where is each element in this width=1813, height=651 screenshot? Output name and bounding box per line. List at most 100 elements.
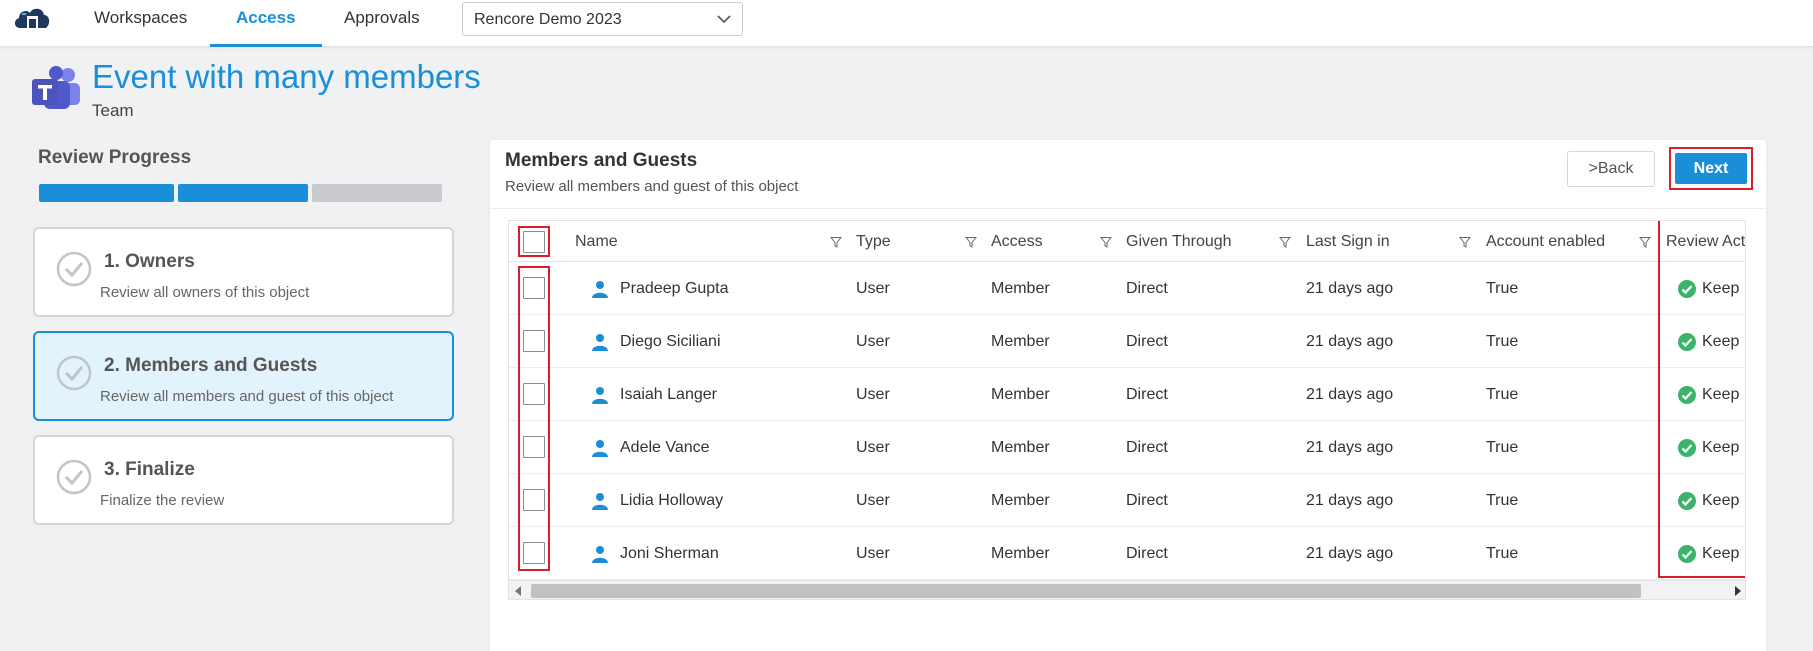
cell-given-through: Direct (1126, 439, 1168, 456)
table-row[interactable]: Pradeep Gupta User Member Direct 21 days… (509, 262, 1745, 315)
back-button[interactable]: >Back (1567, 151, 1655, 187)
cell-name: Joni Sherman (620, 545, 719, 562)
cell-type: User (856, 386, 890, 403)
cell-access: Member (991, 333, 1050, 350)
cell-given-through: Direct (1126, 333, 1168, 350)
filter-icon[interactable] (965, 236, 977, 248)
cell-given-through: Direct (1126, 492, 1168, 509)
cell-access: Member (991, 439, 1050, 456)
cell-account-enabled: True (1486, 492, 1519, 509)
cell-access: Member (991, 280, 1050, 297)
row-checkboxes-highlight (518, 266, 550, 571)
cell-access: Member (991, 386, 1050, 403)
cell-given-through: Direct (1126, 386, 1168, 403)
cell-name: Adele Vance (620, 439, 710, 456)
cell-last-sign-in: 21 days ago (1306, 280, 1394, 297)
cell-given-through: Direct (1126, 280, 1168, 297)
user-icon (592, 440, 608, 457)
user-icon (592, 493, 608, 510)
table-row[interactable]: Diego Siciliani User Member Direct 21 da… (509, 315, 1745, 368)
panel-divider (490, 208, 1766, 209)
cell-name: Diego Siciliani (620, 333, 721, 350)
step-card-members-and-guests[interactable]: 2. Members and Guests Review all members… (33, 331, 454, 421)
filter-icon[interactable] (1279, 236, 1291, 248)
cell-type: User (856, 545, 890, 562)
panel-title: Members and Guests (505, 150, 698, 171)
step-description: Review all members and guest of this obj… (100, 388, 394, 405)
table-row[interactable]: Lidia Holloway User Member Direct 21 day… (509, 474, 1745, 527)
teams-icon (32, 66, 80, 109)
cell-type: User (856, 280, 890, 297)
cell-given-through: Direct (1126, 545, 1168, 562)
cell-access: Member (991, 492, 1050, 509)
workspace-select[interactable]: Rencore Demo 2023 (462, 2, 743, 36)
user-icon (592, 334, 608, 351)
review-progress-title: Review Progress (38, 147, 192, 168)
check-circle-icon (56, 459, 92, 495)
progress-segment-members (178, 184, 308, 202)
table-row[interactable]: Isaiah Langer User Member Direct 21 days… (509, 368, 1745, 421)
cell-last-sign-in: 21 days ago (1306, 439, 1394, 456)
user-icon (592, 281, 608, 298)
table-row[interactable]: Adele Vance User Member Direct 21 days a… (509, 421, 1745, 474)
nav-tab-access[interactable]: Access (210, 0, 322, 47)
workspace-select-value: Rencore Demo 2023 (474, 11, 622, 28)
cell-name: Isaiah Langer (620, 386, 717, 403)
column-header-last-sign-in[interactable]: Last Sign in (1306, 221, 1390, 262)
review-action-column-highlight (1658, 221, 1745, 578)
cell-account-enabled: True (1486, 280, 1519, 297)
check-circle-icon (56, 355, 92, 391)
cell-name: Lidia Holloway (620, 492, 724, 509)
filter-icon[interactable] (1100, 236, 1112, 248)
members-and-guests-panel: Members and Guests Review all members an… (490, 140, 1766, 651)
cell-last-sign-in: 21 days ago (1306, 545, 1394, 562)
page-title: Event with many members (92, 58, 481, 95)
filter-icon[interactable] (1639, 236, 1651, 248)
cell-name: Pradeep Gupta (620, 280, 729, 297)
top-navigation-bar: Workspaces Access Approvals Rencore Demo… (0, 0, 1813, 47)
step-card-finalize[interactable]: 3. Finalize Finalize the review (33, 435, 454, 525)
step-title: 2. Members and Guests (104, 355, 318, 376)
next-button[interactable]: Next (1675, 153, 1747, 184)
filter-icon[interactable] (1459, 236, 1471, 248)
table-row[interactable]: Joni Sherman User Member Direct 21 days … (509, 527, 1745, 580)
cloud-logo-icon[interactable] (12, 2, 52, 34)
scrollbar-thumb[interactable] (531, 584, 1641, 598)
user-icon (592, 546, 608, 563)
step-description: Review all owners of this object (100, 284, 310, 301)
cell-account-enabled: True (1486, 333, 1519, 350)
cell-account-enabled: True (1486, 439, 1519, 456)
step-title: 1. Owners (104, 251, 195, 272)
check-circle-icon (56, 251, 92, 287)
cell-last-sign-in: 21 days ago (1306, 492, 1394, 509)
column-header-type[interactable]: Type (856, 221, 891, 262)
cell-last-sign-in: 21 days ago (1306, 386, 1394, 403)
review-progress-bar (38, 184, 444, 202)
scroll-right-icon[interactable] (1735, 586, 1741, 596)
cell-account-enabled: True (1486, 545, 1519, 562)
cell-access: Member (991, 545, 1050, 562)
nav-tab-approvals[interactable]: Approvals (318, 0, 446, 47)
column-header-given-through[interactable]: Given Through (1126, 221, 1232, 262)
next-button-highlight: Next (1669, 147, 1753, 190)
members-table: Name Type Access Given Through Last Sign… (508, 220, 1746, 600)
cell-type: User (856, 492, 890, 509)
column-header-name[interactable]: Name (575, 221, 618, 262)
column-header-access[interactable]: Access (991, 221, 1043, 262)
cell-type: User (856, 333, 890, 350)
filter-icon[interactable] (830, 236, 842, 248)
step-title: 3. Finalize (104, 459, 195, 480)
cell-account-enabled: True (1486, 386, 1519, 403)
horizontal-scrollbar[interactable] (509, 580, 1745, 599)
page-subtitle: Team (92, 101, 134, 120)
nav-tab-workspaces[interactable]: Workspaces (68, 0, 213, 47)
table-header: Name Type Access Given Through Last Sign… (509, 221, 1745, 262)
panel-subtitle: Review all members and guest of this obj… (505, 178, 799, 195)
step-card-owners[interactable]: 1. Owners Review all owners of this obje… (33, 227, 454, 317)
scroll-left-icon[interactable] (515, 586, 521, 596)
cell-type: User (856, 439, 890, 456)
select-all-highlight (518, 226, 550, 257)
step-description: Finalize the review (100, 492, 225, 509)
progress-segment-owners (39, 184, 174, 202)
column-header-account-enabled[interactable]: Account enabled (1486, 221, 1605, 262)
